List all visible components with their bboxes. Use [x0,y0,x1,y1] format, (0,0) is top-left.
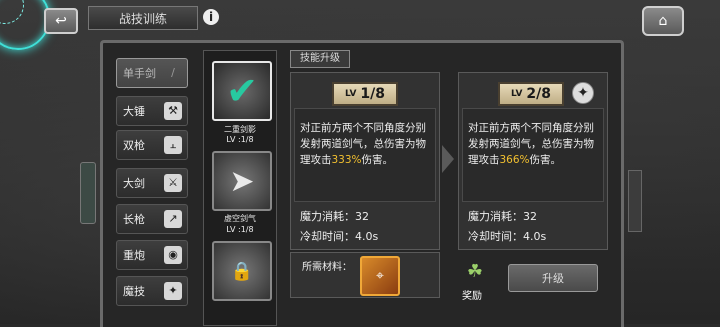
decorative-pipe-right [628,170,642,232]
current-damage-percent: 333% [331,154,362,166]
skill-slot-2[interactable]: ➤ [212,151,272,211]
magic-icon: ✦ [164,282,182,300]
page-title-bar: 战技训练 [88,6,198,30]
weapon-item-spear[interactable]: 长枪 ↗ [116,204,188,234]
weapon-label: 单手剑 [123,67,156,80]
back-arrow-icon: ↩ [55,13,67,29]
compass-star-icon[interactable]: ✦ [572,82,594,104]
current-cooldown: 冷却时间：4.0s [300,230,379,243]
home-button[interactable]: ⌂ [642,6,684,36]
decorative-pipe [80,162,96,224]
skill-level: LV :1/8 [226,135,254,144]
weapon-item-cannon[interactable]: 重炮 ◉ [116,240,188,270]
current-level-badge: LV 1/8 [332,82,398,106]
weapon-list: 单手剑 ∕ 大锤 ⚒ 双枪 ⫠ 大剑 ⚔ 长枪 ↗ 重炮 ◉ 魔技 ✦ [110,52,196,324]
weapon-label: 重炮 [123,249,145,262]
sword-icon: ∕ [171,66,175,79]
back-button[interactable]: ↩ [44,8,78,34]
upgrade-button[interactable]: 升级 [508,264,598,292]
checkmark-icon: ✔ [226,69,258,113]
current-mana-cost: 魔力消耗：32 [300,210,369,223]
greatsword-icon: ⚔ [164,174,182,192]
spear-icon: ↗ [164,210,182,228]
skill-level: LV :1/8 [226,225,254,234]
next-mana-cost: 魔力消耗：32 [468,210,537,223]
next-cooldown: 冷却时间：4.0s [468,230,547,243]
sword-wave-icon: ➤ [229,163,255,199]
reward-bag-icon[interactable]: ☘ [460,258,490,284]
lock-icon: 🔒 [230,260,254,282]
material-book-icon[interactable]: ⌖ [360,256,400,296]
skill-slot-1[interactable]: ✔ [212,61,272,121]
weapon-item-magic[interactable]: 魔技 ✦ [116,276,188,306]
current-desc: 对正前方两个不同角度分别发射两道剑气，总伤害为物理攻击333%伤害。 [300,122,426,166]
next-level-value: 2/8 [526,86,552,102]
current-level-value: 1/8 [360,86,386,102]
upgrade-button-label: 升级 [542,272,564,285]
next-level-badge: LV 2/8 [498,82,564,106]
lv-prefix: LV [344,89,357,99]
info-icon[interactable]: i [203,9,219,25]
page-title: 战技训练 [118,11,167,26]
upgrade-tab-tag: 技能升级 [290,50,350,68]
reward-label: 奖励 [462,291,482,302]
dual-pistol-icon: ⫠ [164,136,182,154]
skill-name: 虚空剑气 [224,214,256,223]
materials-label: 所需材料： [302,262,352,273]
weapon-label: 双枪 [123,139,145,152]
home-icon: ⌂ [658,13,668,29]
arrow-right-icon [442,145,454,173]
weapon-label: 大锤 [123,105,145,118]
weapon-item-sword[interactable]: 单手剑 ∕ [116,58,188,88]
skill-slot-3-locked[interactable]: 🔒 [212,241,272,301]
weapon-item-dual-pistol[interactable]: 双枪 ⫠ [116,130,188,160]
weapon-item-hammer[interactable]: 大锤 ⚒ [116,96,188,126]
weapon-label: 大剑 [123,177,145,190]
weapon-label: 长枪 [123,213,145,226]
cannon-icon: ◉ [164,246,182,264]
next-desc: 对正前方两个不同角度分别发射两道剑气，总伤害为物理攻击366%伤害。 [468,122,594,166]
weapon-item-greatsword[interactable]: 大剑 ⚔ [116,168,188,198]
weapon-label: 魔技 [123,285,145,298]
lv-prefix: LV [510,89,523,99]
next-damage-percent: 366% [499,154,530,166]
skill-list: ✔ 二重剑影 LV :1/8 ➤ 虚空剑气 LV :1/8 🔒 [203,50,277,326]
skill-name: 二重剑影 [224,125,256,134]
hammer-icon: ⚒ [164,102,182,120]
